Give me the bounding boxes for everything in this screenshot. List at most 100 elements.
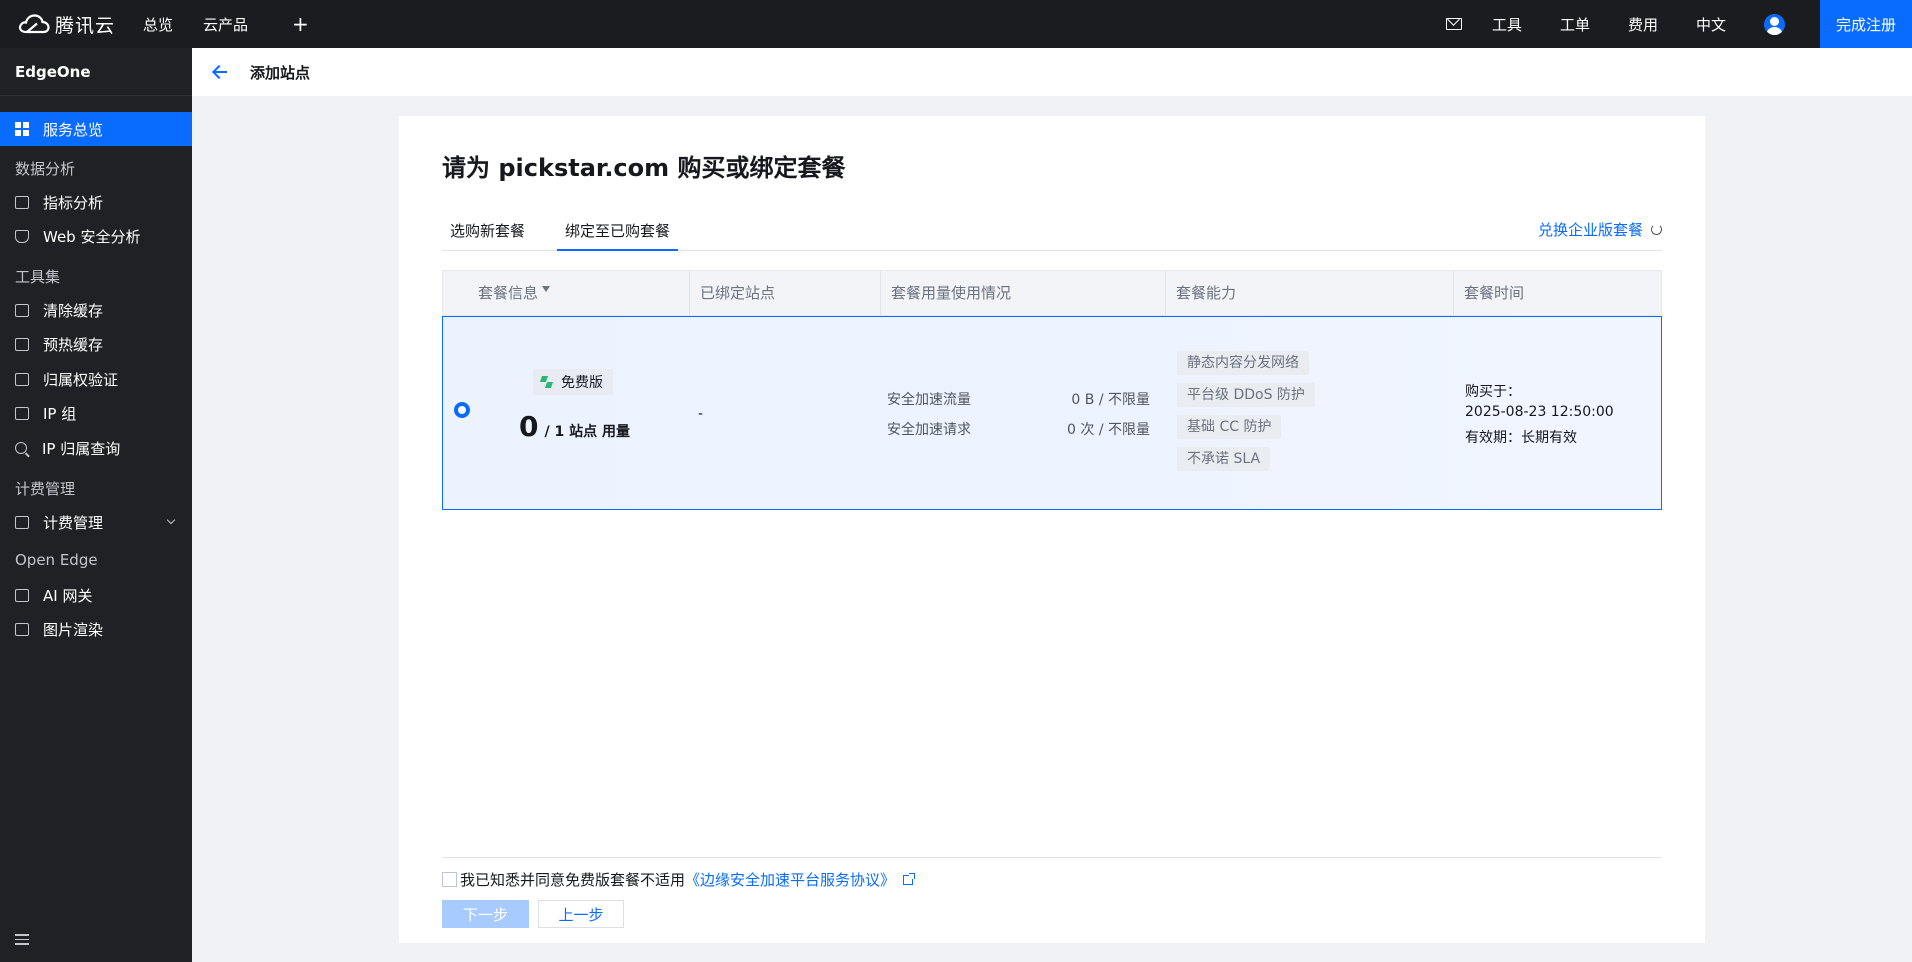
service-agreement-link[interactable]: 《边缘安全加速平台服务协议》: [685, 869, 895, 890]
usage-suffix: / 1 站点 用量: [544, 424, 630, 440]
traffic-value: 0 B / 不限量: [1071, 392, 1150, 408]
footer-divider: [442, 857, 1662, 858]
nav-tools[interactable]: 工具: [1492, 14, 1522, 35]
filter-icon[interactable]: [542, 286, 551, 292]
plan-heading: 请为 pickstar.com 购买或绑定套餐: [442, 154, 846, 182]
sidebar-group-data-analysis: 数据分析: [15, 160, 76, 178]
cloud-logo-icon: [18, 14, 50, 34]
plan-selection-card: 请为 pickstar.com 购买或绑定套餐 选购新套餐 绑定至已购套餐 兑换…: [399, 116, 1705, 943]
page-header: 添加站点: [192, 48, 1912, 96]
sidebar-item-label: 服务总览: [43, 120, 104, 139]
nav-tickets[interactable]: 工单: [1560, 14, 1590, 35]
external-link-icon[interactable]: [903, 872, 916, 885]
sidebar: EdgeOne 服务总览 数据分析 指标分析 Web 安全分析 工具集 清除缓存…: [0, 48, 192, 962]
requests-label: 安全加速请求: [887, 422, 971, 438]
next-step-button[interactable]: 下一步: [442, 900, 529, 928]
nav-language[interactable]: 中文: [1696, 14, 1726, 35]
nav-billing[interactable]: 费用: [1628, 14, 1658, 35]
page-title: 添加站点: [250, 63, 311, 82]
sidebar-item-label: 指标分析: [43, 193, 104, 212]
table-header: 套餐信息 已绑定站点 套餐用量使用情况 套餐能力 套餐时间: [442, 270, 1662, 316]
sidebar-item-billing-management[interactable]: 计费管理: [0, 505, 192, 539]
capability-tag: 平台级 DDoS 防护: [1177, 383, 1315, 407]
exchange-enterprise-plan-link[interactable]: 兑换企业版套餐: [1538, 219, 1662, 240]
plan-name: 免费版: [561, 375, 603, 391]
billing-icon: [15, 515, 29, 529]
capability-tag: 基础 CC 防护: [1177, 415, 1282, 439]
sidebar-item-purge-cache[interactable]: 清除缓存: [0, 293, 192, 327]
sidebar-item-label: 归属权验证: [43, 370, 119, 389]
nav-cloud-products[interactable]: 云产品: [203, 14, 248, 35]
complete-registration-button[interactable]: 完成注册: [1820, 0, 1912, 48]
agreement-checkbox[interactable]: [442, 872, 457, 887]
plan-radio[interactable]: [454, 402, 470, 418]
product-name: EdgeOne: [0, 48, 192, 96]
tencent-cloud-logo[interactable]: 腾讯云: [18, 0, 115, 48]
sidebar-item-ai-gateway[interactable]: AI 网关: [0, 578, 192, 612]
column-header-capabilities: 套餐能力: [1165, 271, 1236, 315]
sidebar-group-toolset: 工具集: [15, 268, 61, 286]
purchase-time: 2025-08-23 12:50:00: [1465, 404, 1614, 420]
list-icon: [15, 372, 29, 386]
sidebar-item-ip-group[interactable]: IP 组: [0, 396, 192, 430]
edgeone-plan-icon: [541, 376, 553, 388]
column-header-plan-time: 套餐时间: [1453, 271, 1524, 315]
capability-tag: 不承诺 SLA: [1177, 447, 1271, 471]
usage-count: 0: [519, 410, 539, 443]
ip-group-icon: [15, 406, 29, 420]
logo-text: 腾讯云: [55, 14, 116, 37]
sidebar-item-ownership-verification[interactable]: 归属权验证: [0, 362, 192, 396]
sidebar-item-web-security[interactable]: Web 安全分析: [0, 219, 192, 253]
mail-icon[interactable]: [1445, 18, 1462, 30]
sidebar-item-ip-lookup[interactable]: IP 归属查询: [0, 431, 192, 465]
chart-icon: [15, 195, 29, 209]
table-row[interactable]: 免费版 0 / 1 站点 用量 - 安全加速流量 0 B / 不限量 安全加速请求…: [442, 316, 1662, 510]
sidebar-item-image-render[interactable]: 图片渲染: [0, 612, 192, 646]
sidebar-item-label: 预热缓存: [43, 335, 104, 354]
exchange-link-label: 兑换企业版套餐: [1537, 221, 1643, 239]
column-header-bound-sites: 已绑定站点: [689, 271, 775, 315]
tab-bind-existing-plan[interactable]: 绑定至已购套餐: [557, 215, 679, 251]
agreement-text: 我已知悉并同意免费版套餐不适用: [460, 871, 686, 889]
sidebar-group-billing: 计费管理: [15, 480, 76, 498]
agreement-row: 我已知悉并同意免费版套餐不适用 《边缘安全加速平台服务协议》: [442, 869, 916, 890]
sidebar-item-label: Web 安全分析: [43, 227, 141, 246]
sidebar-item-label: IP 组: [43, 404, 77, 423]
user-avatar-icon[interactable]: [1764, 13, 1785, 35]
sidebar-item-metrics[interactable]: 指标分析: [0, 185, 192, 219]
plan-tabs: 选购新套餐 绑定至已购套餐 兑换企业版套餐: [442, 215, 1662, 251]
refresh-icon[interactable]: [1651, 224, 1662, 235]
sidebar-group-open-edge: Open Edge: [15, 551, 98, 569]
dashboard-icon: [15, 122, 29, 136]
top-nav: 总览 云产品 +: [143, 12, 309, 36]
collapse-sidebar-icon[interactable]: [15, 934, 29, 945]
capability-tag: 静态内容分发网络: [1177, 351, 1309, 375]
chevron-down-icon: [166, 515, 176, 525]
column-header-usage: 套餐用量使用情况: [880, 271, 1011, 315]
purge-icon: [15, 303, 29, 317]
top-navigation-bar: 腾讯云 总览 云产品 + 工具 工单 费用 中文 完成注册: [0, 0, 1912, 48]
sidebar-item-label: 计费管理: [43, 513, 104, 532]
sidebar-item-label: 图片渲染: [43, 620, 104, 639]
sidebar-item-prefetch-cache[interactable]: 预热缓存: [0, 327, 192, 361]
add-shortcut-icon[interactable]: +: [292, 12, 309, 36]
column-header-plan-info[interactable]: 套餐信息: [468, 271, 551, 315]
sidebar-item-label: 清除缓存: [43, 301, 104, 320]
traffic-label: 安全加速流量: [887, 392, 971, 408]
tab-buy-new-plan[interactable]: 选购新套餐: [442, 215, 533, 251]
site-usage: 0 / 1 站点 用量: [519, 410, 630, 443]
top-right-nav: 工具 工单 费用 中文 完成注册: [1445, 0, 1912, 48]
validity-text: 有效期：长期有效: [1465, 430, 1577, 446]
back-arrow-icon[interactable]: [212, 65, 228, 79]
sidebar-item-label: IP 归属查询: [42, 439, 121, 458]
nav-overview[interactable]: 总览: [143, 14, 173, 35]
bound-sites-value: -: [698, 406, 704, 422]
sidebar-item-service-overview[interactable]: 服务总览: [0, 112, 192, 146]
search-icon: [15, 442, 27, 454]
previous-step-button[interactable]: 上一步: [538, 900, 624, 928]
image-icon: [15, 622, 29, 636]
shield-icon: [15, 229, 29, 243]
gateway-icon: [15, 588, 29, 602]
purchase-label: 购买于：: [1465, 384, 1521, 400]
plan-badge: 免费版: [533, 369, 613, 395]
